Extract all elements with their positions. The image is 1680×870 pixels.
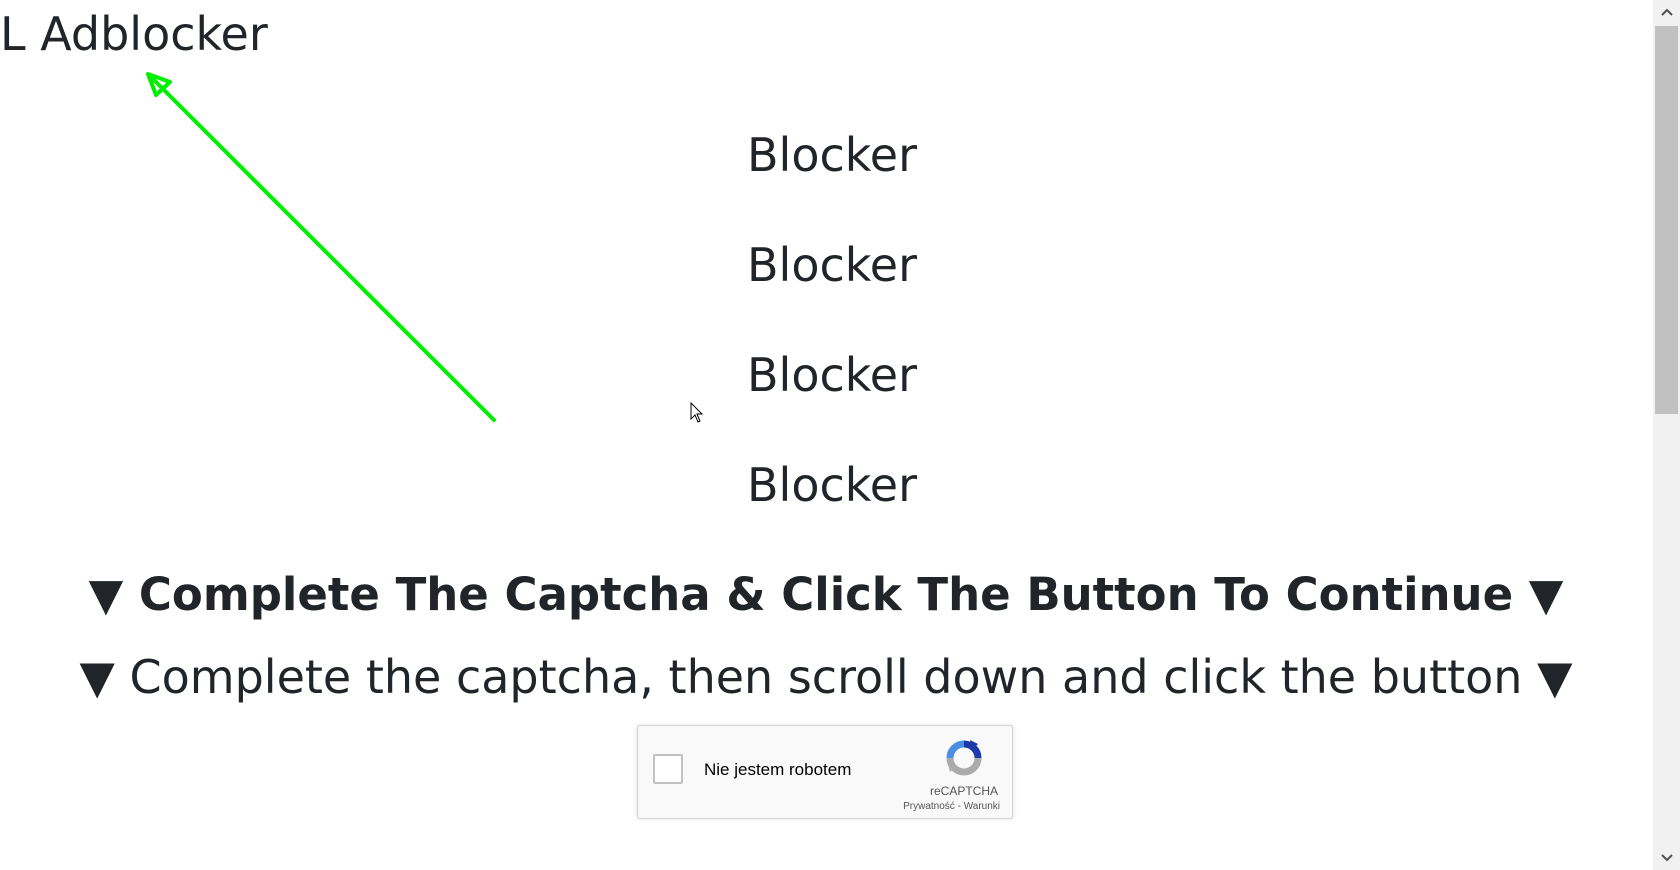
instruction-primary: ▼ Complete The Captcha & Click The Butto… [88,568,1564,621]
page: L Adblocker Blocker Blocker Blocker Bloc… [0,0,1680,870]
recaptcha-privacy-link[interactable]: Prywatność [903,801,955,812]
page-header: L Adblocker [0,7,268,61]
recaptcha-checkbox[interactable] [653,754,683,784]
instruction-secondary: ▼ Complete the captcha, then scroll down… [79,650,1573,704]
arrow-head [146,72,172,97]
vertical-scrollbar[interactable] [1653,0,1680,870]
blocker-label-4: Blocker [747,458,917,512]
blocker-label-2: Blocker [747,238,917,292]
chevron-down-icon[interactable] [1653,848,1680,868]
recaptcha-widget: Nie jestem robotem reCAPTCHA Prywatność … [637,725,1013,819]
recaptcha-label: Nie jestem robotem [704,760,852,779]
arrow-shaft [149,75,496,422]
mouse-cursor-icon [690,402,704,423]
recaptcha-brand: reCAPTCHA [929,784,998,798]
blocker-label-1: Blocker [747,128,917,182]
scrollbar-thumb[interactable] [1655,26,1678,414]
recaptcha-link-separator: - [954,801,964,812]
blocker-label-3: Blocker [747,348,917,402]
chevron-up-icon[interactable] [1653,2,1680,22]
recaptcha-terms-link[interactable]: Warunki [964,801,1000,812]
recaptcha-logo-icon [946,740,982,776]
recaptcha-links: Prywatność - Warunki [903,801,1000,812]
